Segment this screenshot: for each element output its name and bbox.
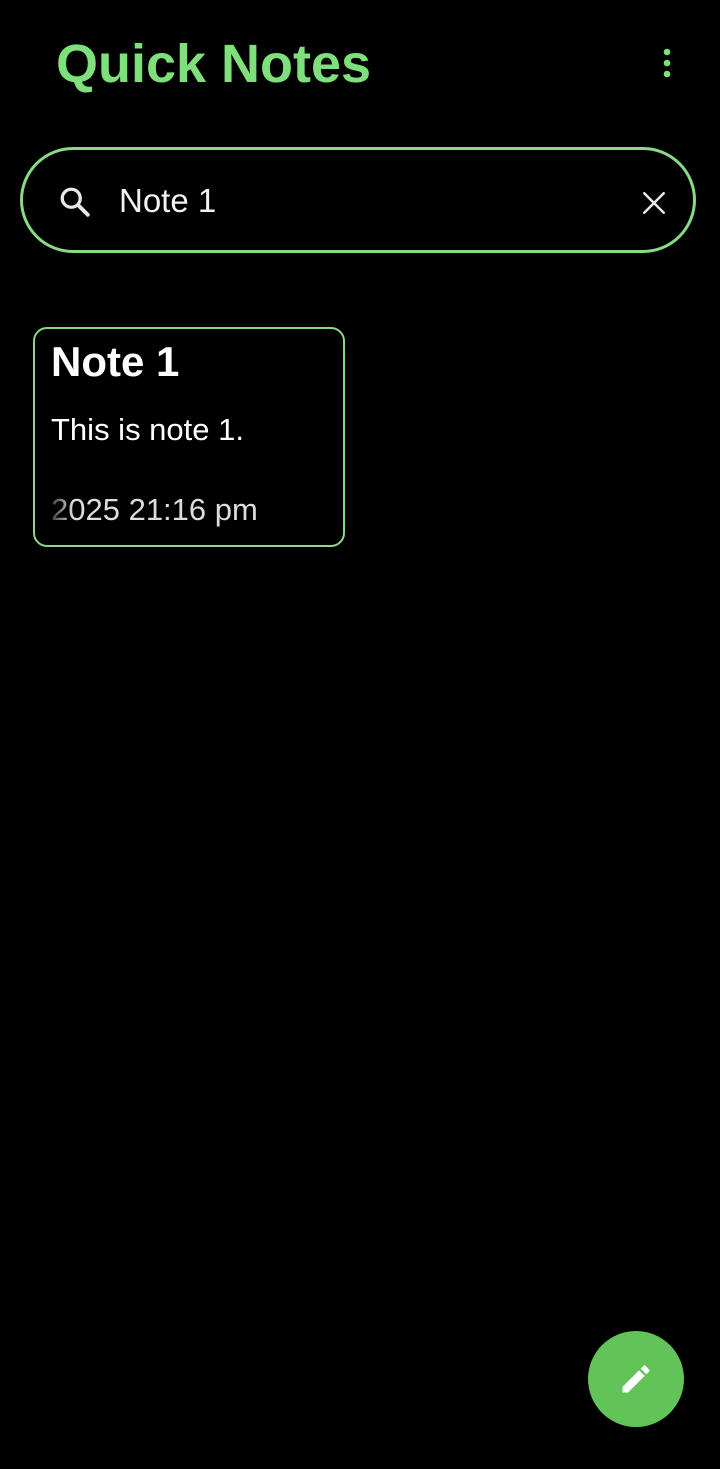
edit-pencil-icon <box>622 1365 650 1393</box>
note-card[interactable]: Note 1 This is note 1. 2025 21:16 pm <box>33 327 345 547</box>
note-body: This is note 1. <box>51 412 244 447</box>
close-icon <box>643 192 665 214</box>
search-input[interactable] <box>119 172 599 230</box>
more-options-button[interactable] <box>644 40 690 86</box>
clear-search-button[interactable] <box>629 178 679 228</box>
more-vert-icon <box>663 48 671 78</box>
note-title: Note 1 <box>51 338 180 385</box>
search-icon <box>60 187 90 217</box>
new-note-button[interactable] <box>588 1331 684 1427</box>
search-bar <box>20 147 696 253</box>
note-date: 2025 21:16 pm <box>51 492 258 527</box>
app-title: Quick Notes <box>56 34 372 94</box>
